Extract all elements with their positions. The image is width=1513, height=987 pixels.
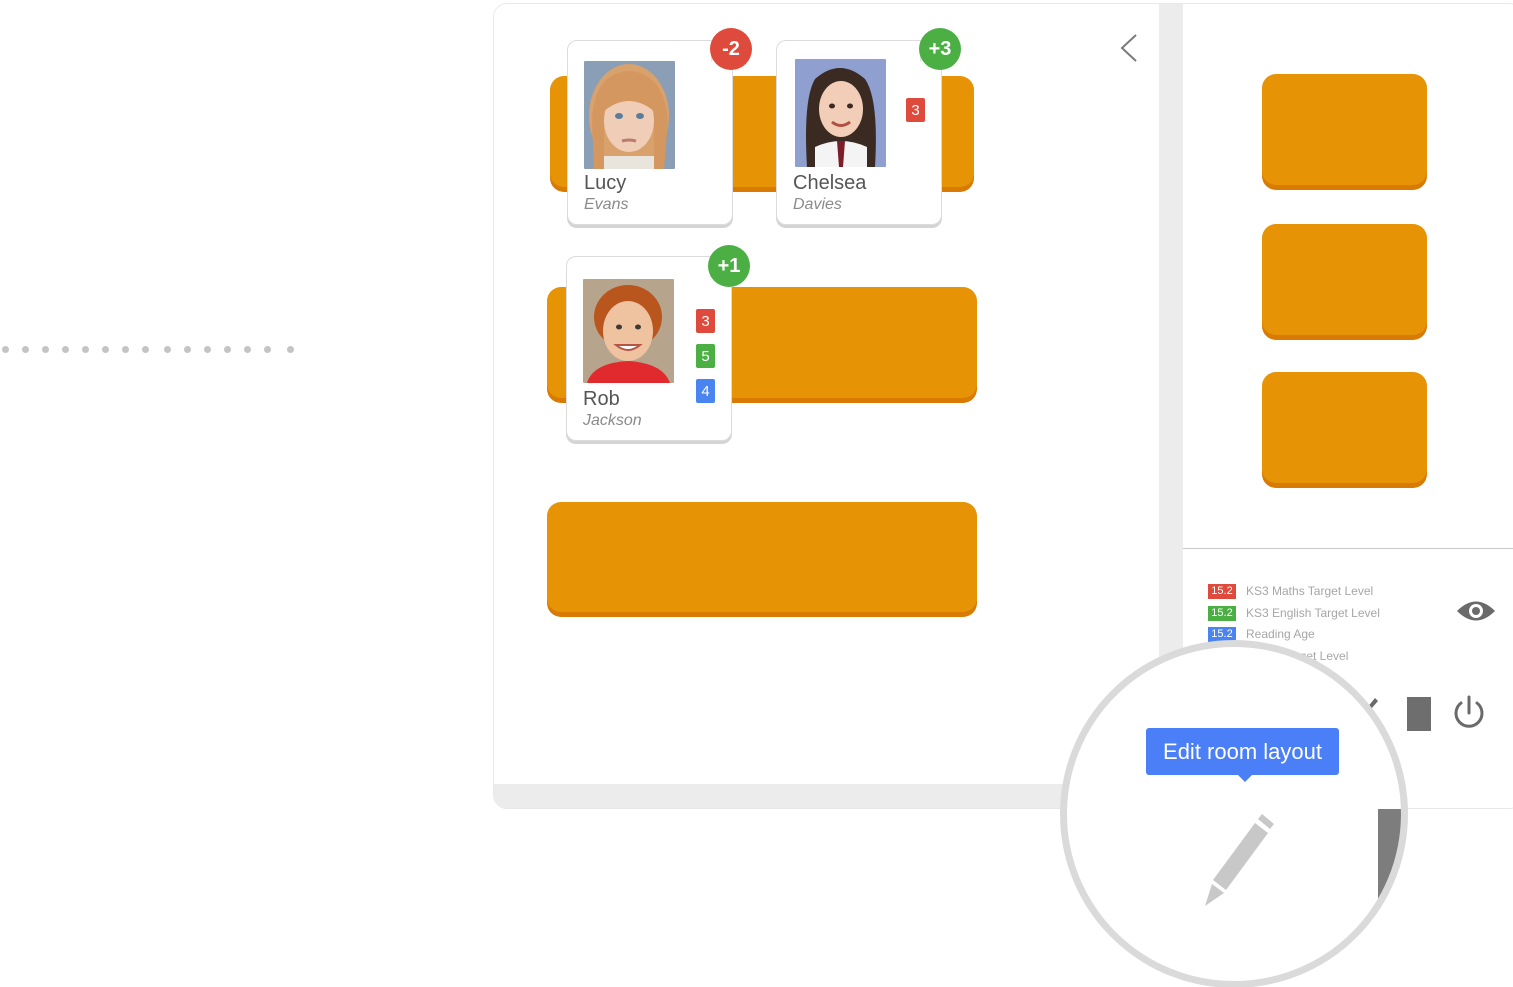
seating-plan-window: Lucy Evans -2 Chelsea Davies 3 +3 Rob Ja… [493,3,1513,809]
dotted-connector [2,346,302,356]
magnifier-callout: Edit room layout [1060,640,1408,987]
power-button[interactable] [1451,694,1487,732]
toggle-visibility-button[interactable] [1455,596,1497,626]
attainment-tag: 3 [696,309,715,333]
dot [142,346,149,353]
legend-label: KS3 English Target Level [1246,606,1380,620]
student-first-name: Rob [583,388,620,410]
divider [1183,548,1513,549]
stop-button[interactable] [1407,697,1431,731]
magnified-stop-icon [1378,809,1401,919]
legend-label: Reading Age [1246,627,1315,641]
legend-swatch: 15.2 [1208,605,1236,621]
classroom-canvas: Lucy Evans -2 Chelsea Davies 3 +3 Rob Ja… [494,4,1159,784]
dot [287,346,294,353]
desk-palette-item[interactable] [1262,372,1427,483]
dot [42,346,49,353]
legend-label: KS3 Maths Target Level [1246,584,1374,598]
behaviour-score-badge: -2 [710,28,752,70]
dot [164,346,171,353]
edit-room-layout-tooltip: Edit room layout [1146,728,1339,775]
behaviour-score-badge: +1 [708,245,750,287]
student-card[interactable]: Chelsea Davies 3 [776,40,942,225]
desk-palette-item[interactable] [1262,74,1427,185]
tooltip-arrow [1237,774,1253,782]
student-first-name: Chelsea [793,172,867,194]
legend-item: 15.2 KS3 English Target Level [1208,605,1380,621]
student-photo-image [583,279,674,383]
dot [82,346,89,353]
student-photo [583,279,674,383]
student-card[interactable]: Rob Jackson 3 5 4 [566,256,732,441]
student-photo-image [795,59,886,167]
dot [184,346,191,353]
attainment-tag: 5 [696,344,715,368]
dot [204,346,211,353]
edit-room-layout-button[interactable] [1200,802,1300,912]
dot [224,346,231,353]
attainment-tag: 4 [696,379,715,403]
student-photo [584,61,675,169]
behaviour-score-badge: +3 [919,28,961,70]
student-last-name: Davies [793,196,842,213]
student-last-name: Evans [584,196,629,213]
attainment-tag: 3 [906,98,925,122]
student-photo [795,59,886,167]
eye-icon [1457,601,1495,621]
dot [2,346,9,353]
legend-swatch: 15.2 [1208,583,1236,599]
back-chevron-icon [1120,34,1137,62]
dot [22,346,29,353]
dot [264,346,271,353]
student-first-name: Lucy [584,172,627,194]
dot [244,346,251,353]
legend-item: 15.2 KS3 Maths Target Level [1208,583,1373,599]
student-photo-image [584,61,675,169]
dot [62,346,69,353]
stop-icon [1407,697,1431,731]
collapse-panel-button[interactable] [1114,30,1144,66]
pencil-icon [1205,814,1274,906]
power-icon [1454,695,1484,728]
dot [122,346,129,353]
dot [102,346,109,353]
student-last-name: Jackson [583,412,642,429]
desk-palette-item[interactable] [1262,224,1427,335]
desk[interactable] [547,502,977,612]
student-card[interactable]: Lucy Evans [567,40,733,225]
